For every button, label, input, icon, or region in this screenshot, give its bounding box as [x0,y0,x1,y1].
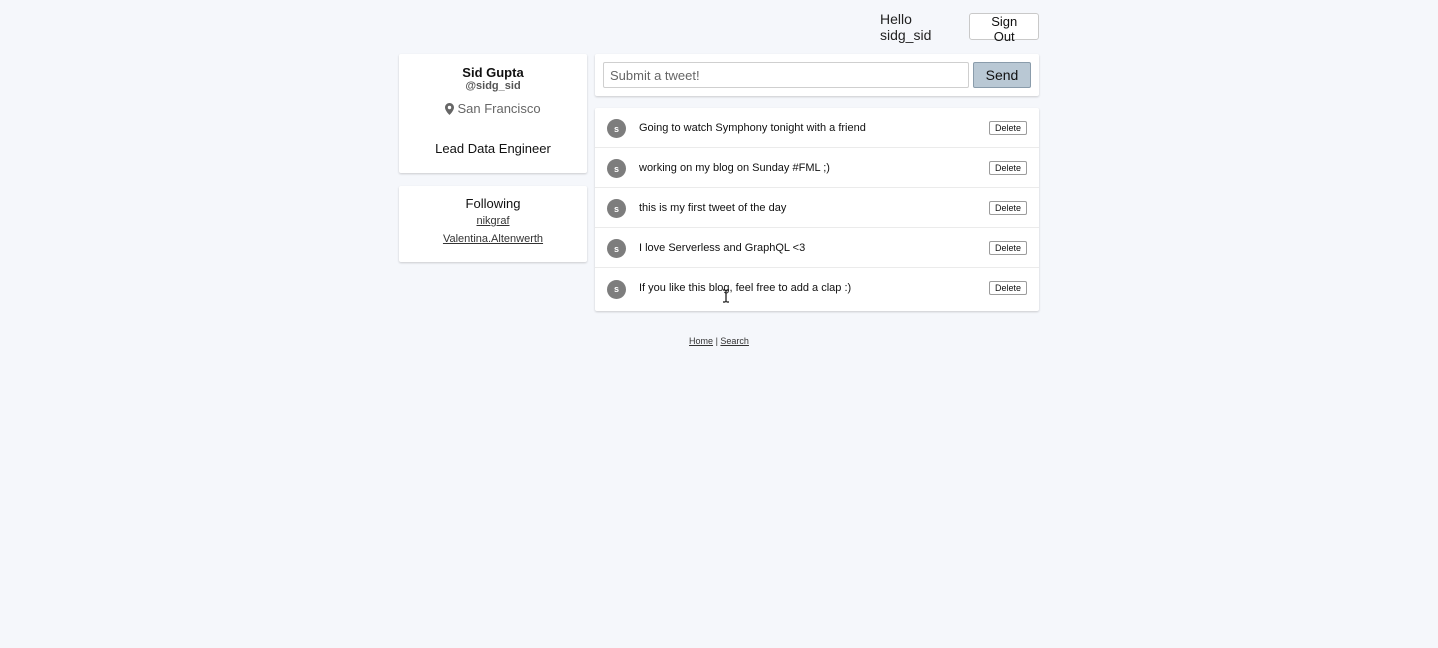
footer-search-link[interactable]: Search [720,336,749,346]
avatar: s [607,239,626,258]
avatar: s [607,279,626,299]
tweet-row: s I love Serverless and GraphQL <3 Delet… [595,228,1039,268]
tweet-row: s working on my blog on Sunday #FML ;) D… [595,148,1039,188]
following-card: Following nikgraf Valentina.Altenwerth [399,186,587,262]
following-user-link[interactable]: nikgraf [399,212,587,230]
footer-nav: Home | Search [595,336,843,346]
tweet-row: s Going to watch Symphony tonight with a… [595,108,1039,148]
avatar: s [607,119,626,138]
tweet-text: If you like this blog, feel free to add … [639,282,852,294]
profile-location-text: San Francisco [457,101,541,116]
delete-button[interactable]: Delete [988,240,1027,255]
following-heading: Following [465,196,521,211]
greeting-text: Hello sidg_sid [880,10,932,43]
delete-button[interactable]: Delete [988,160,1027,175]
delete-button[interactable]: Delete [988,281,1027,295]
text-cursor-icon [723,289,729,303]
map-pin-icon [445,102,455,115]
tweet-text: this is my first tweet of the day [639,201,787,214]
profile-location: San Francisco [399,101,587,116]
tweet-row: s this is my first tweet of the day Dele… [595,188,1039,228]
tweet-text: working on my blog on Sunday #FML ;) [639,161,830,174]
delete-button[interactable]: Delete [988,120,1027,135]
tweet-input[interactable] [603,62,969,88]
profile-title: Lead Data Engineer [435,141,551,156]
tweet-composer: Send [595,54,1039,96]
profile-handle: @sidg_sid [465,80,521,92]
tweet-text: Going to watch Symphony tonight with a f… [639,121,866,134]
avatar: s [607,159,626,178]
header-bar: Hello sidg_sid Sign Out [880,10,1039,44]
tweet-text: I love Serverless and GraphQL <3 [639,241,806,254]
sign-out-button[interactable]: Sign Out [969,13,1039,44]
delete-button[interactable]: Delete [988,200,1027,215]
footer-separator: | [715,336,718,346]
profile-name: Sid Gupta [462,65,524,80]
send-button[interactable]: Send [973,62,1031,88]
following-user-link[interactable]: Valentina.Altenwerth [399,230,587,248]
tweet-feed: s Going to watch Symphony tonight with a… [595,108,1039,311]
tweet-row: s If you like this blog, feel free to ad… [595,268,1039,308]
avatar: s [607,199,626,218]
profile-card: Sid Gupta @sidg_sid San Francisco Lead D… [399,54,587,173]
footer-home-link[interactable]: Home [689,336,713,346]
